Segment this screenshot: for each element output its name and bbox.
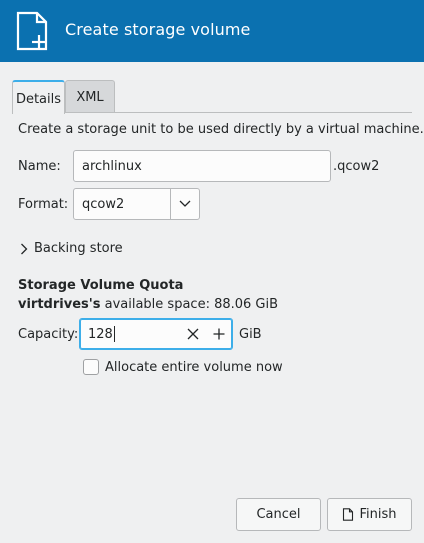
pool-name: virtdrives's [18,297,101,312]
capacity-spinbox[interactable]: 128 [79,318,233,350]
available-space-text: virtdrives's available space: 88.06 GiB [18,297,278,312]
format-label: Format: [18,197,69,212]
chevron-down-icon[interactable] [170,189,199,219]
tab-xml[interactable]: XML [65,80,115,113]
dialog-header: Create storage volume [0,0,424,62]
plus-icon [213,328,225,340]
clear-button[interactable] [180,319,206,349]
increment-button[interactable] [206,319,232,349]
text-caret [113,326,115,342]
quota-section-title: Storage Volume Quota [18,278,184,293]
allocate-label: Allocate entire volume now [105,359,283,375]
format-selected-value: qcow2 [82,196,125,212]
capacity-unit: GiB [239,327,262,342]
format-dropdown[interactable]: qcow2 [73,188,200,220]
backing-store-expander[interactable]: Backing store [20,241,123,256]
finish-button[interactable]: Finish [327,498,412,531]
tab-details[interactable]: Details [12,80,65,114]
new-document-icon [16,11,48,51]
tab-divider [12,112,412,113]
allocate-checkbox[interactable] [83,359,99,375]
document-icon [343,508,354,521]
name-input[interactable]: archlinux [73,150,331,182]
finish-button-label: Finish [359,507,397,522]
capacity-label: Capacity: [18,327,79,342]
name-label: Name: [18,159,61,174]
name-suffix: .qcow2 [333,159,380,174]
clear-icon [187,328,199,340]
name-input-value: archlinux [82,158,142,174]
cancel-button[interactable]: Cancel [236,498,321,531]
available-space-value: available space: 88.06 GiB [100,297,279,312]
dialog-title: Create storage volume [65,20,251,39]
allocate-row[interactable]: Allocate entire volume now [83,359,283,375]
capacity-value: 128 [88,326,113,342]
backing-store-label: Backing store [34,241,123,256]
chevron-right-icon [21,243,28,254]
cancel-button-label: Cancel [256,507,301,522]
description-text: Create a storage unit to be used directl… [18,122,424,137]
capacity-input[interactable]: 128 [80,326,180,342]
